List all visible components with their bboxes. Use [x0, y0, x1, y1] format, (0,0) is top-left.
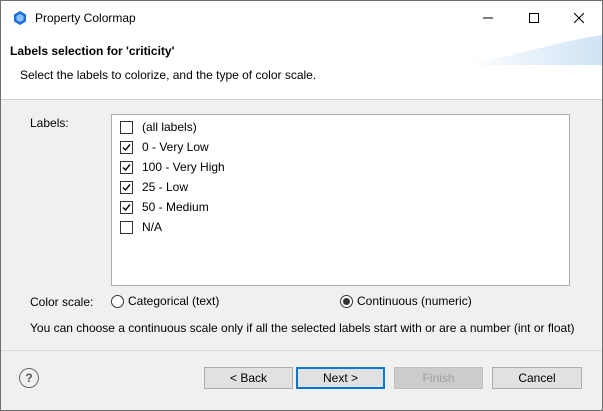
checkmark-icon	[122, 143, 131, 151]
label-item[interactable]: N/A	[120, 218, 162, 236]
labels-list[interactable]: (all labels) 0 - Very Low 100 - Very Hig…	[111, 114, 570, 286]
radio-categorical[interactable]: Categorical (text)	[111, 294, 219, 308]
labels-caption: Labels:	[30, 116, 69, 130]
minimize-icon	[483, 17, 493, 19]
page-title: Labels selection for 'criticity'	[10, 44, 175, 58]
label-text: 50 - Medium	[142, 200, 209, 214]
label-text: 100 - Very High	[142, 160, 225, 174]
help-button[interactable]: ?	[19, 368, 39, 388]
label-text: 25 - Low	[142, 180, 189, 194]
label-item[interactable]: 0 - Very Low	[120, 138, 209, 156]
checkmark-icon	[122, 163, 131, 171]
finish-button[interactable]: Finish	[394, 367, 483, 389]
radio-label: Continuous (numeric)	[357, 294, 472, 308]
checkmark-icon	[122, 203, 131, 211]
checkbox[interactable]	[120, 160, 133, 174]
radio-button[interactable]	[111, 294, 124, 308]
wizard-header: Labels selection for 'criticity' Select …	[1, 35, 602, 100]
next-button[interactable]: Next >	[296, 367, 385, 389]
color-scale-caption: Color scale:	[30, 295, 94, 309]
label-item[interactable]: 100 - Very High	[120, 158, 225, 176]
checkbox[interactable]	[120, 220, 133, 234]
minimize-button[interactable]	[465, 1, 511, 35]
radio-button[interactable]	[340, 294, 353, 308]
title-bar[interactable]: Property Colormap	[1, 1, 602, 35]
label-item[interactable]: 25 - Low	[120, 178, 188, 196]
maximize-button[interactable]	[511, 1, 557, 35]
label-item-all[interactable]: (all labels)	[120, 118, 197, 136]
banner-decoration	[462, 35, 602, 65]
close-button[interactable]	[556, 1, 602, 35]
label-text: (all labels)	[142, 120, 197, 134]
footer-separator	[1, 350, 602, 351]
app-icon	[14, 11, 26, 25]
page-description: Select the labels to colorize, and the t…	[20, 68, 317, 82]
label-text: N/A	[142, 220, 163, 234]
radio-label: Categorical (text)	[128, 294, 220, 308]
label-item[interactable]: 50 - Medium	[120, 198, 209, 216]
dialog-window: Property Colormap Labels selection for '…	[0, 0, 603, 411]
checkbox[interactable]	[120, 120, 133, 134]
radio-continuous[interactable]: Continuous (numeric)	[340, 294, 472, 308]
color-scale-hint: You can choose a continuous scale only i…	[30, 321, 575, 335]
checkbox[interactable]	[120, 140, 133, 154]
checkbox[interactable]	[120, 180, 133, 194]
checkbox[interactable]	[120, 200, 133, 214]
window-title: Property Colormap	[35, 11, 136, 25]
checkmark-icon	[122, 183, 131, 191]
cancel-button[interactable]: Cancel	[492, 367, 582, 389]
close-icon	[574, 13, 584, 23]
maximize-icon	[529, 13, 539, 23]
back-button[interactable]: < Back	[204, 367, 293, 389]
label-text: 0 - Very Low	[142, 140, 209, 154]
